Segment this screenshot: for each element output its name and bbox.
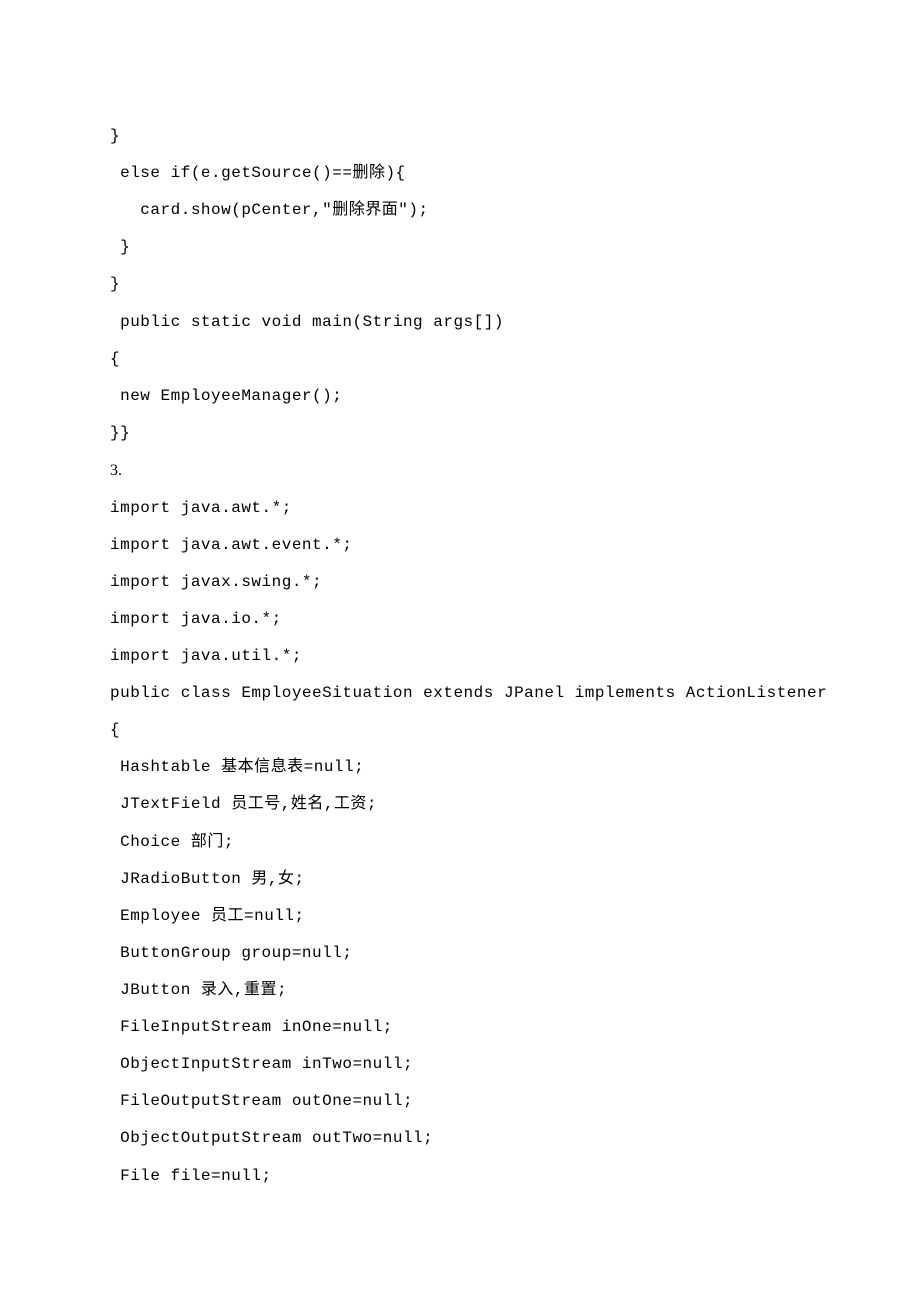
code-line: else if(e.getSource()==删除){ [110, 155, 810, 192]
code-line: Choice 部门; [110, 824, 810, 861]
document-page: } else if(e.getSource()==删除){ card.show(… [0, 0, 920, 1302]
code-line: FileInputStream inOne=null; [110, 1009, 810, 1046]
code-line: { [110, 341, 810, 378]
code-line: } [110, 118, 810, 155]
code-line: { [110, 712, 810, 749]
code-line: import java.awt.*; [110, 490, 810, 527]
code-line: JButton 录入,重置; [110, 972, 810, 1009]
code-line: import java.io.*; [110, 601, 810, 638]
code-line: ObjectOutputStream outTwo=null; [110, 1120, 810, 1157]
code-line: File file=null; [110, 1158, 810, 1195]
code-line: ObjectInputStream inTwo=null; [110, 1046, 810, 1083]
code-line: import javax.swing.*; [110, 564, 810, 601]
code-line: JTextField 员工号,姓名,工资; [110, 786, 810, 823]
code-line: public class EmployeeSituation extends J… [110, 675, 810, 712]
code-line: JRadioButton 男,女; [110, 861, 810, 898]
code-block: } else if(e.getSource()==删除){ card.show(… [110, 118, 810, 1195]
code-line: }} [110, 415, 810, 452]
code-line: FileOutputStream outOne=null; [110, 1083, 810, 1120]
code-line: 3. [110, 452, 810, 490]
code-line: Employee 员工=null; [110, 898, 810, 935]
code-line: } [110, 229, 810, 266]
code-line: public static void main(String args[]) [110, 304, 810, 341]
code-line: } [110, 266, 810, 303]
code-line: new EmployeeManager(); [110, 378, 810, 415]
code-line: card.show(pCenter,"删除界面"); [110, 192, 810, 229]
code-line: import java.awt.event.*; [110, 527, 810, 564]
code-line: Hashtable 基本信息表=null; [110, 749, 810, 786]
code-line: import java.util.*; [110, 638, 810, 675]
code-line: ButtonGroup group=null; [110, 935, 810, 972]
